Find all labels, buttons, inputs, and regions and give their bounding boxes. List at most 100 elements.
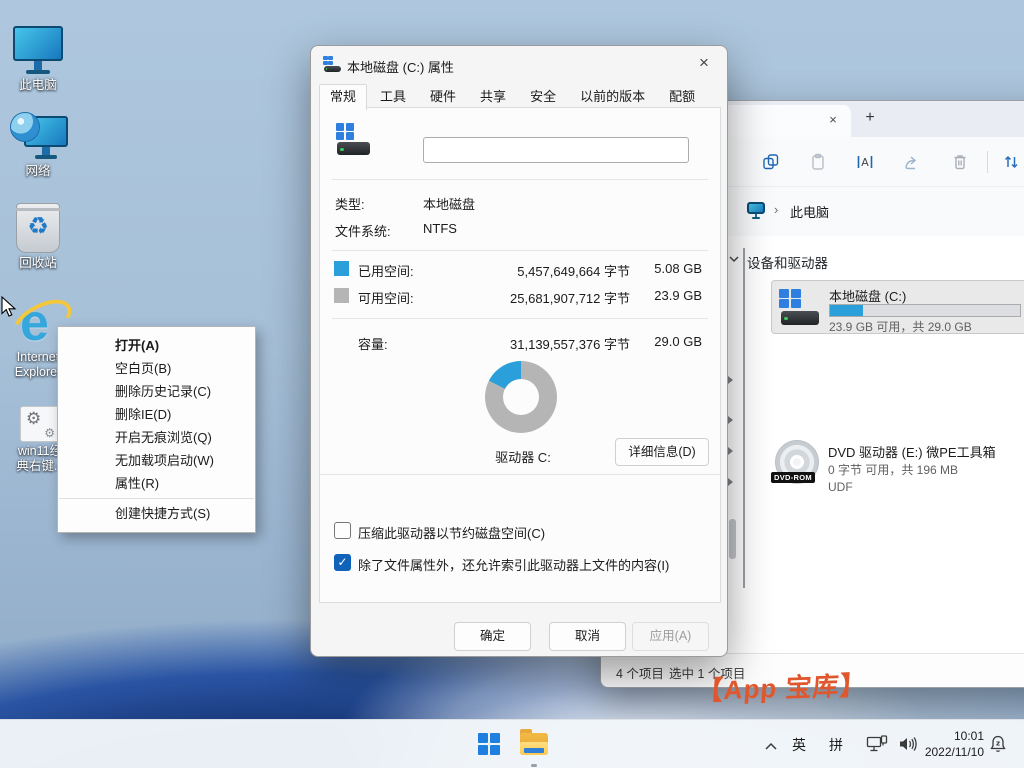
dialog-tabs: 常规 工具 硬件 共享 安全 以前的版本 配额 [319,84,706,108]
scrollbar-thumb[interactable] [729,519,736,559]
desktop-screen: 此电脑 网络 ♻ 回收站 e Internet Explorer ⚙⚙ win1… [0,0,1024,768]
used-space-size: 5.08 GB [654,261,702,276]
type-label: 类型: [335,194,365,213]
tab-security[interactable]: 安全 [519,84,567,108]
used-space-label: 已用空间: [358,261,414,280]
menu-item-delete-ie[interactable]: 删除IE(D) [58,403,255,426]
free-space-swatch [334,288,349,303]
tab-quota[interactable]: 配额 [658,84,706,108]
running-app-indicator [531,764,537,767]
menu-item-inprivate[interactable]: 开启无痕浏览(Q) [58,426,255,449]
details-button[interactable]: 详细信息(D) [615,438,709,466]
tab-close-icon[interactable]: × [825,112,841,128]
desktop-icon-label: 此电脑 [0,78,76,93]
divider [332,318,708,319]
svg-text:z: z [996,740,1000,748]
used-space-bytes: 5,457,649,664 字节 [517,261,630,280]
menu-item-delete-history[interactable]: 删除历史记录(C) [58,380,255,403]
dvd-rom-badge: DVD-ROM [771,472,815,483]
drive-icon [335,123,371,155]
notification-bell-icon[interactable]: z [988,734,1008,759]
copy-icon[interactable] [758,149,784,175]
svg-text:A: A [861,156,869,169]
file-explorer-taskbar-icon[interactable] [520,733,548,755]
ok-button[interactable]: 确定 [454,622,531,651]
index-checkbox-label: 除了文件属性外，还允许索引此驱动器上文件的内容(I) [358,555,669,574]
menu-item-open[interactable]: 打开(A) [58,334,255,357]
menu-separator [59,498,254,499]
tree-expand-icon[interactable] [728,478,733,486]
desktop-icon-label: 回收站 [0,256,76,271]
menu-item-no-addons[interactable]: 无加载项启动(W) [58,449,255,472]
close-icon[interactable]: × [693,52,715,74]
tree-expand-icon[interactable] [728,447,733,455]
computer-icon [13,26,63,78]
capacity-bytes: 31,139,557,376 字节 [510,334,630,353]
chevron-up-icon[interactable] [764,738,778,756]
drive-info: 0 字节 可用，共 196 MB [828,461,958,478]
section-header[interactable]: 设备和驱动器 [747,252,828,272]
apply-button[interactable]: 应用(A) [632,622,709,651]
drive-icon [323,56,341,72]
start-button[interactable] [478,733,500,755]
status-item-count: 4 个项目 [616,663,664,682]
compress-checkbox[interactable] [334,522,351,539]
drive-item-dvd[interactable]: DVD-ROM DVD 驱动器 (E:) 微PE工具箱 0 字节 可用，共 19… [771,440,1024,494]
tab-general[interactable]: 常规 [319,84,367,110]
divider [332,250,708,251]
cancel-button[interactable]: 取消 [549,622,626,651]
desktop-icon-this-pc[interactable]: 此电脑 [0,26,76,93]
scrollbar-track[interactable] [743,248,745,588]
new-tab-icon[interactable]: + [861,109,879,127]
disk-usage-donut-chart [485,361,557,433]
menu-item-blank-page[interactable]: 空白页(B) [58,357,255,380]
index-checkbox[interactable]: ✓ [334,554,351,571]
drive-name: 本地磁盘 (C:) [829,286,906,305]
network-tray-icon[interactable] [866,735,888,758]
clock-date: 2022/11/10 [908,744,984,760]
volume-label-input[interactable] [423,137,689,163]
tree-expand-icon[interactable] [728,416,733,424]
sort-icon[interactable] [998,149,1024,175]
tab-hardware[interactable]: 硬件 [419,84,467,108]
properties-dialog: 本地磁盘 (C:) 属性 × 常规 工具 硬件 共享 安全 以前的版本 配额 类… [310,45,728,657]
tab-tools[interactable]: 工具 [369,84,417,108]
capacity-size: 29.0 GB [654,334,702,349]
menu-item-properties[interactable]: 属性(R) [58,472,255,495]
section-chevron-icon [729,255,739,263]
free-space-size: 23.9 GB [654,288,702,303]
capacity-label: 容量: [358,334,388,353]
network-icon [0,112,76,164]
divider [332,179,708,180]
drive-usage-bar [829,304,1021,317]
paste-icon[interactable] [805,149,831,175]
used-space-swatch [334,261,349,276]
watermark-text: 【App 宝库】 [696,665,868,708]
tab-sharing[interactable]: 共享 [469,84,517,108]
mouse-cursor [1,296,17,323]
explorer-tab[interactable]: × [719,105,851,137]
dialog-title: 本地磁盘 (C:) 属性 [347,57,454,76]
filesystem-value: NTFS [423,221,457,236]
this-pc-icon [747,202,765,220]
desktop-icon-network[interactable]: 网络 [0,112,76,179]
menu-item-create-shortcut[interactable]: 创建快捷方式(S) [58,502,255,525]
drive-icon [778,289,820,325]
drive-info: 23.9 GB 可用，共 29.0 GB [829,318,972,335]
taskbar-clock[interactable]: 10:01 2022/11/10 [908,728,984,760]
drive-caption: 驱动器 C: [478,447,568,466]
taskbar: 英 拼 10:01 2022/11/10 z [0,719,1024,768]
tab-previous-versions[interactable]: 以前的版本 [569,84,656,108]
type-value: 本地磁盘 [423,194,475,213]
language-indicator[interactable]: 英 [792,735,806,755]
drive-item-c[interactable]: 本地磁盘 (C:) 23.9 GB 可用，共 29.0 GB [771,280,1024,334]
desktop-icon-recycle-bin[interactable]: ♻ 回收站 [0,203,76,271]
breadcrumb[interactable]: 此电脑 [790,202,829,221]
share-icon[interactable] [899,149,925,175]
divider [320,474,720,475]
rename-icon[interactable]: A [852,149,878,175]
tree-expand-icon[interactable] [728,376,733,384]
delete-icon[interactable] [947,149,973,175]
drive-name: DVD 驱动器 (E:) 微PE工具箱 [828,442,996,461]
ime-indicator[interactable]: 拼 [829,735,843,755]
